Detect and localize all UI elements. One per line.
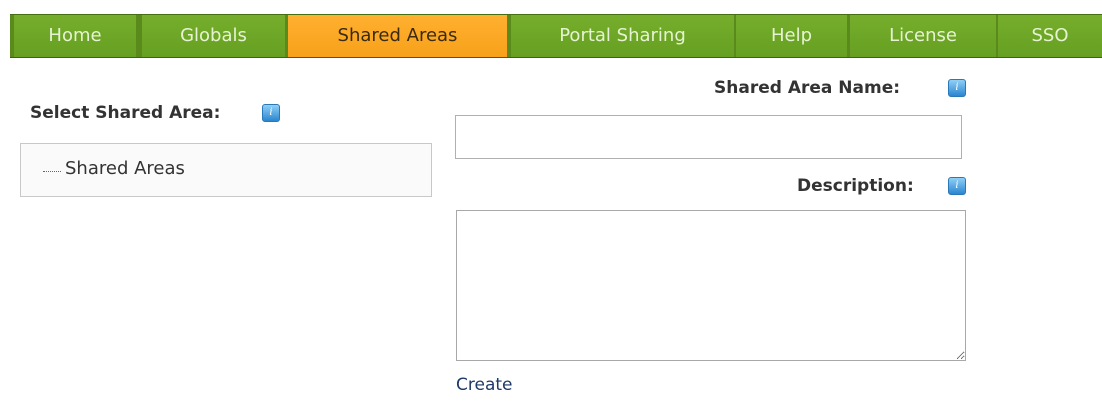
shared-area-name-input[interactable]	[455, 115, 962, 159]
top-navigation: Home Globals Shared Areas Portal Sharing…	[10, 14, 1102, 58]
description-label: Description:	[797, 176, 914, 196]
create-link[interactable]: Create	[456, 375, 513, 395]
tab-globals[interactable]: Globals	[142, 15, 285, 57]
description-textarea[interactable]	[456, 210, 966, 361]
shared-area-tree: Shared Areas	[20, 143, 432, 197]
select-shared-area-label: Select Shared Area:	[30, 103, 221, 123]
help-info-icon[interactable]: i	[948, 177, 966, 195]
tab-home[interactable]: Home	[14, 15, 136, 57]
tree-node-shared-areas[interactable]: Shared Areas	[65, 158, 185, 179]
tab-shared-areas[interactable]: Shared Areas	[288, 15, 507, 57]
shared-area-name-label: Shared Area Name:	[714, 78, 901, 98]
tab-license[interactable]: License	[850, 15, 996, 57]
tab-help[interactable]: Help	[736, 15, 847, 57]
tab-sso[interactable]: SSO	[998, 15, 1102, 57]
tab-portal-sharing[interactable]: Portal Sharing	[511, 15, 734, 57]
tree-connector	[43, 171, 61, 172]
help-info-icon[interactable]: i	[262, 104, 280, 122]
help-info-icon[interactable]: i	[948, 79, 966, 97]
